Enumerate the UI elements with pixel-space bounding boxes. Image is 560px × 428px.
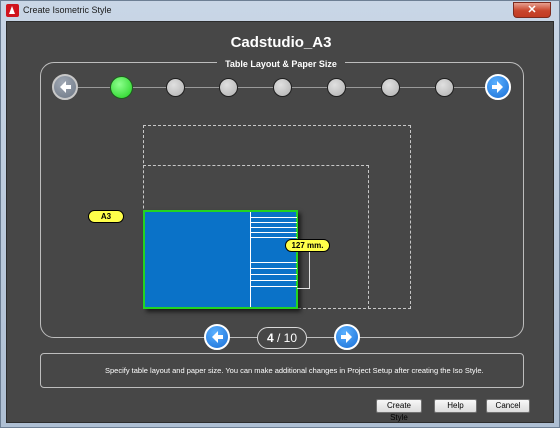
top-next-button[interactable]: [485, 74, 511, 100]
table-row-line: [251, 262, 297, 263]
step-dot-7[interactable]: [435, 78, 454, 97]
table-row-line: [251, 274, 297, 275]
table-layout-preview: [250, 212, 297, 307]
help-button[interactable]: Help: [434, 399, 477, 413]
window-title: Create Isometric Style: [23, 5, 112, 15]
table-row-line: [251, 268, 297, 269]
prev-page-button[interactable]: [204, 324, 230, 350]
table-row-line: [251, 280, 297, 281]
step-title-label: Table Layout & Paper Size: [217, 59, 345, 69]
top-prev-button[interactable]: [52, 74, 78, 100]
page-counter: 4 / 10: [257, 327, 307, 349]
step-title: Table Layout & Paper Size: [7, 54, 555, 72]
table-row-line: [251, 217, 297, 218]
table-row-line: [251, 227, 297, 228]
step-dot-5[interactable]: [327, 78, 346, 97]
next-page-button[interactable]: [334, 324, 360, 350]
dialog-window: Create Isometric Style ✕ Cadstudio_A3 Ta…: [0, 0, 560, 428]
current-page: 4: [266, 331, 274, 345]
table-row-line: [251, 237, 297, 238]
arrow-right-icon: [492, 81, 503, 93]
step-dot-1[interactable]: [110, 76, 133, 99]
page-separator: /: [276, 331, 281, 345]
dialog-body: Cadstudio_A3 Table Layout & Paper Size A…: [6, 21, 554, 423]
step-dot-4[interactable]: [273, 78, 292, 97]
style-name-title: Cadstudio_A3: [230, 34, 332, 51]
step-dot-6[interactable]: [381, 78, 400, 97]
autocad-logo-icon: [6, 4, 19, 17]
arrow-left-icon: [212, 331, 223, 343]
total-pages: 10: [283, 331, 298, 345]
step-dot-3[interactable]: [219, 78, 238, 97]
create-style-button[interactable]: Create Style: [376, 399, 422, 422]
table-row-line: [251, 232, 297, 233]
cancel-button[interactable]: Cancel: [486, 399, 530, 413]
step-dot-2[interactable]: [166, 78, 185, 97]
table-row-line: [251, 222, 297, 223]
arrow-right-icon: [341, 331, 352, 343]
paper-preview: [143, 210, 298, 309]
title-bar: Create Isometric Style ✕: [1, 1, 559, 21]
step-description: Specify table layout and paper size. You…: [40, 353, 524, 388]
table-width-tag[interactable]: 127 mm.: [285, 239, 330, 252]
close-button[interactable]: ✕: [513, 2, 551, 18]
arrow-left-icon: [60, 81, 71, 93]
table-row-line: [251, 286, 297, 287]
dimension-bracket: [297, 251, 310, 289]
paper-size-tag: A3: [88, 210, 124, 223]
